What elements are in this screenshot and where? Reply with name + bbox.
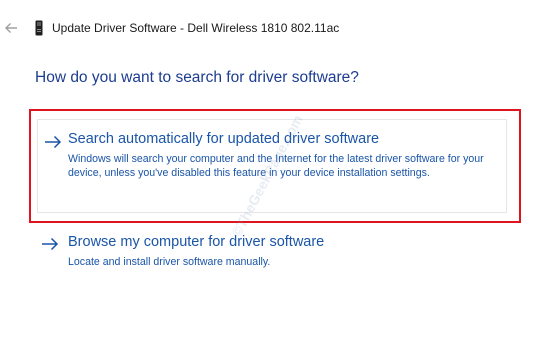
search-automatically-link[interactable]: Search automatically for updated driver …	[68, 131, 379, 147]
page-heading: How do you want to search for driver sof…	[35, 69, 359, 86]
window-title: Update Driver Software - Dell Wireless 1…	[52, 21, 340, 35]
browse-computer-option[interactable]: Browse my computer for driver software L…	[37, 232, 507, 272]
search-automatically-description: Windows will search your computer and th…	[68, 153, 484, 179]
back-arrow-icon[interactable]	[3, 20, 19, 36]
right-arrow-icon	[41, 237, 59, 251]
browse-computer-link[interactable]: Browse my computer for driver software	[68, 234, 324, 250]
search-automatically-option[interactable]: Search automatically for updated driver …	[37, 119, 507, 213]
title-bar: Update Driver Software - Dell Wireless 1…	[0, 18, 557, 40]
right-arrow-icon	[44, 135, 62, 149]
update-driver-dialog: Update Driver Software - Dell Wireless 1…	[0, 0, 557, 349]
browse-computer-description: Locate and install driver software manua…	[68, 256, 271, 268]
device-icon	[35, 20, 43, 36]
